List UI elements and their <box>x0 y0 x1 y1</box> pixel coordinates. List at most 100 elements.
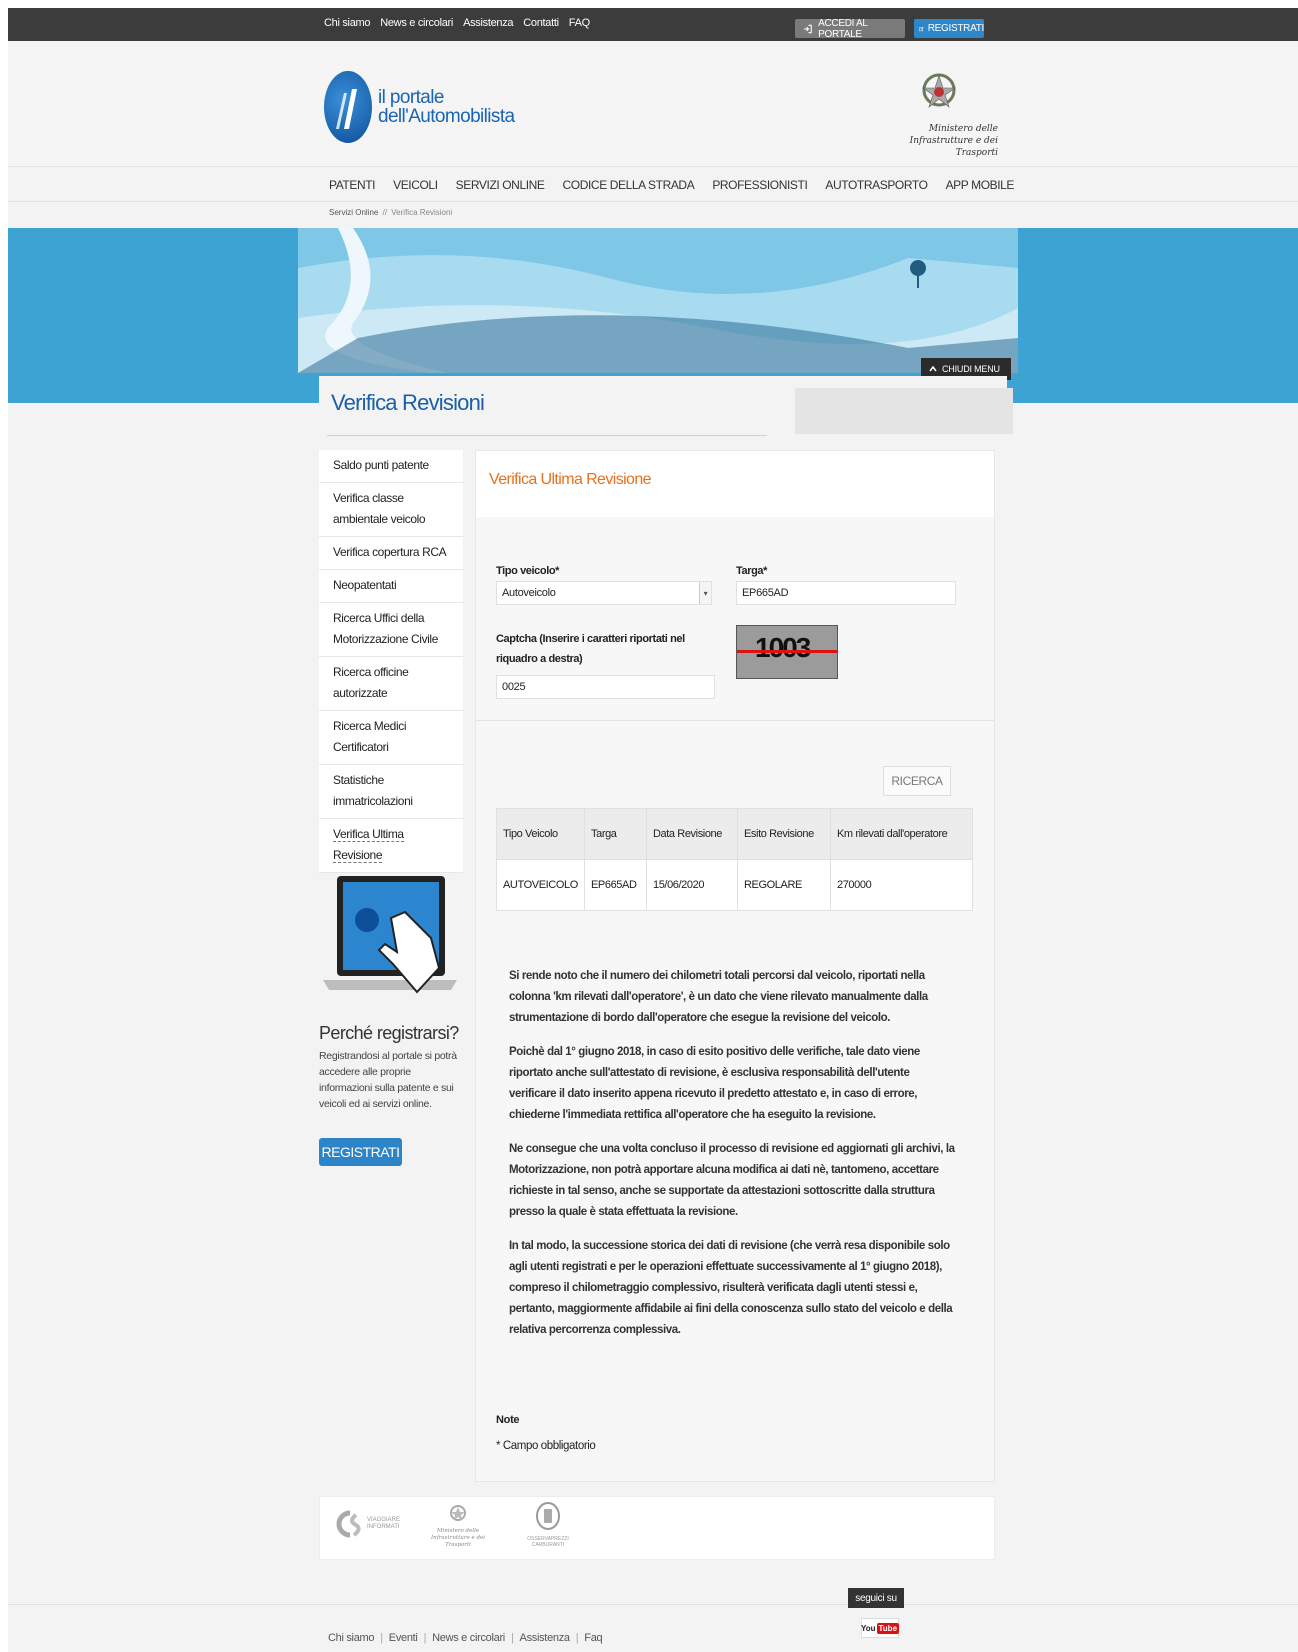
login-button[interactable]: ACCEDI AL PORTALE <box>795 17 905 40</box>
col-esito-revisione: Esito Revisione <box>737 808 831 860</box>
col-tipo-veicolo: Tipo Veicolo <box>496 808 585 860</box>
partner-2-line-1: Ministero delle <box>436 1528 480 1534</box>
info-paragraph: Si rende noto che il numero dei chilomet… <box>509 970 928 1024</box>
footer-link-chi-siamo[interactable]: Chi siamo <box>328 1632 375 1644</box>
partner-2-line-2: Infrastrutture e dei Trasporti <box>431 1535 485 1548</box>
captcha-strike <box>737 650 837 653</box>
cis-logo-icon <box>336 1510 361 1538</box>
nav-patenti[interactable]: PATENTI <box>329 178 375 192</box>
footer-link-news[interactable]: News e circolari <box>432 1632 505 1644</box>
ministry-label: Ministero delle Infrastrutture e dei Tra… <box>868 123 998 159</box>
tipo-veicolo-select[interactable]: Autoveicolo ▾ <box>496 581 712 605</box>
captcha-label: Captcha (Inserire i caratteri riportati … <box>496 633 685 665</box>
follow-us-label: seguici su <box>848 1588 904 1608</box>
top-links: Chi siamo News e circolari Assistenza Co… <box>324 17 590 29</box>
tipo-veicolo-value: Autoveicolo <box>502 587 556 599</box>
targa-label: Targa* <box>736 565 768 577</box>
footer-link-faq[interactable]: Faq <box>584 1632 602 1644</box>
sidebar-item-saldo-punti[interactable]: Saldo punti patente <box>319 450 463 483</box>
tipo-veicolo-label: Tipo veicolo* <box>496 565 560 577</box>
breadcrumb-current: Verifica Revisioni <box>391 208 453 217</box>
partner-logos: VIAGGIARE INFORMATI Ministero delle Infr… <box>319 1496 995 1560</box>
sidebar-item-medici[interactable]: Ricerca Medici Certificatori <box>319 711 463 765</box>
sidebar-item-label: Verifica copertura RCA <box>333 545 447 559</box>
edit-icon <box>919 26 924 31</box>
sidebar-item-label: Ricerca Medici Certificatori <box>333 719 407 754</box>
captcha-image: 1003 <box>736 625 838 679</box>
footer-separator: | <box>575 1632 579 1644</box>
partner-1-line-1: VIAGGIARE <box>367 1517 401 1523</box>
portal-logo-icon[interactable] <box>324 71 372 143</box>
cell-targa: EP665AD <box>584 859 647 911</box>
fuel-pump-icon <box>536 1502 560 1530</box>
breadcrumb: Servizi Online // Verifica Revisioni <box>329 208 452 217</box>
page: Chi siamo News e circolari Assistenza Co… <box>8 8 1298 1652</box>
info-paragraph: In tal modo, la successione storica dei … <box>509 1240 953 1336</box>
cell-km-rilevati: 270000 <box>830 859 973 911</box>
nav-app-mobile[interactable]: APP MOBILE <box>946 178 1015 192</box>
top-link-faq[interactable]: FAQ <box>569 17 590 29</box>
top-link-assistenza[interactable]: Assistenza <box>463 17 514 29</box>
nav-veicoli[interactable]: VEICOLI <box>393 178 438 192</box>
sidebar-item-officine[interactable]: Ricerca officine autorizzate <box>319 657 463 711</box>
cell-esito-revisione: REGOLARE <box>737 859 831 911</box>
nav-professionisti[interactable]: PROFESSIONISTI <box>712 178 807 192</box>
sidebar-item-uffici-motorizzazione[interactable]: Ricerca Uffici della Motorizzazione Civi… <box>319 603 463 657</box>
info-paragraph: Ne consegue che una volta concluso il pr… <box>509 1143 955 1218</box>
nav-codice-strada[interactable]: CODICE DELLA STRADA <box>563 178 695 192</box>
note-title: Note <box>496 1414 520 1426</box>
page-title: Verifica Revisioni <box>331 390 485 415</box>
captcha-input[interactable]: 0025 <box>496 675 715 699</box>
captcha-image-text: 1003 <box>755 632 811 663</box>
title-divider <box>327 435 767 436</box>
breadcrumb-root[interactable]: Servizi Online <box>329 208 378 217</box>
sidebar-menu: Saldo punti patente Verifica classe ambi… <box>319 450 463 873</box>
top-bar: Chi siamo News e circolari Assistenza Co… <box>8 8 1298 41</box>
sidebar-item-label: Neopatentati <box>333 578 397 592</box>
col-targa: Targa <box>584 808 647 860</box>
search-button[interactable]: RICERCA <box>883 766 951 796</box>
osservaprezzi-logo[interactable]: OSSERVAPREZZI CARBURANTI <box>518 1501 578 1548</box>
close-menu-label: CHIUDI MENU <box>942 364 1000 374</box>
footer-link-eventi[interactable]: Eventi <box>389 1632 418 1644</box>
note-text: * Campo obbligatorio <box>496 1440 596 1452</box>
table-row: AUTOVEICOLO EP665AD 15/06/2020 REGOLARE … <box>496 859 973 911</box>
ministry-line-1: Ministero delle <box>928 124 998 134</box>
sidebar-item-copertura-rca[interactable]: Verifica copertura RCA <box>319 537 463 570</box>
top-link-contatti[interactable]: Contatti <box>523 17 559 29</box>
top-link-news[interactable]: News e circolari <box>380 17 453 29</box>
footer-separator: | <box>423 1632 427 1644</box>
nav-autotrasporto[interactable]: AUTOTRASPORTO <box>825 178 928 192</box>
ministry-partner-logo[interactable]: Ministero delle Infrastrutture e dei Tra… <box>418 1503 498 1549</box>
youtube-you: You <box>860 1623 876 1633</box>
sidebar-item-label: Statistiche immatricolazioni <box>333 773 413 808</box>
portal-logo-text[interactable]: il portale dell'Automobilista <box>378 87 515 126</box>
table-header-row: Tipo Veicolo Targa Data Revisione Esito … <box>496 808 973 860</box>
sidebar-item-neopatentati[interactable]: Neopatentati <box>319 570 463 603</box>
footer-divider <box>8 1604 1298 1605</box>
breadcrumb-separator: // <box>382 208 388 217</box>
nav-servizi-online[interactable]: SERVIZI ONLINE <box>456 178 545 192</box>
italian-emblem-icon <box>922 73 956 108</box>
register-top-button[interactable]: REGISTRATI <box>914 19 984 38</box>
login-icon <box>803 24 812 33</box>
footer-link-assistenza[interactable]: Assistenza <box>520 1632 571 1644</box>
col-km-rilevati: Km rilevati dall'operatore <box>830 808 973 860</box>
sidebar-item-label: Ricerca Uffici della Motorizzazione Civi… <box>333 611 438 646</box>
sidebar-item-statistiche[interactable]: Statistiche immatricolazioni <box>319 765 463 819</box>
logo-line-1: il portale <box>378 87 444 108</box>
youtube-icon[interactable]: You Tube <box>860 1618 900 1638</box>
viaggiare-informati-logo[interactable]: VIAGGIARE INFORMATI <box>334 1509 400 1539</box>
sidebar-item-label: Ricerca officine autorizzate <box>333 665 409 700</box>
emblem-icon <box>450 1505 466 1521</box>
chevron-down-icon: ▾ <box>699 582 711 604</box>
top-link-chi-siamo[interactable]: Chi siamo <box>324 17 371 29</box>
footer-links: Chi siamo | Eventi | News e circolari | … <box>328 1632 603 1644</box>
laptop-touch-icon <box>323 876 457 994</box>
panel-divider <box>476 720 994 721</box>
targa-input[interactable]: EP665AD <box>736 581 956 605</box>
sidebar-item-ultima-revisione[interactable]: Verifica Ultima Revisione <box>319 819 463 873</box>
login-label: ACCEDI AL PORTALE <box>818 17 868 40</box>
register-button[interactable]: REGISTRATI <box>319 1138 402 1166</box>
sidebar-item-classe-ambientale[interactable]: Verifica classe ambientale veicolo <box>319 483 463 537</box>
